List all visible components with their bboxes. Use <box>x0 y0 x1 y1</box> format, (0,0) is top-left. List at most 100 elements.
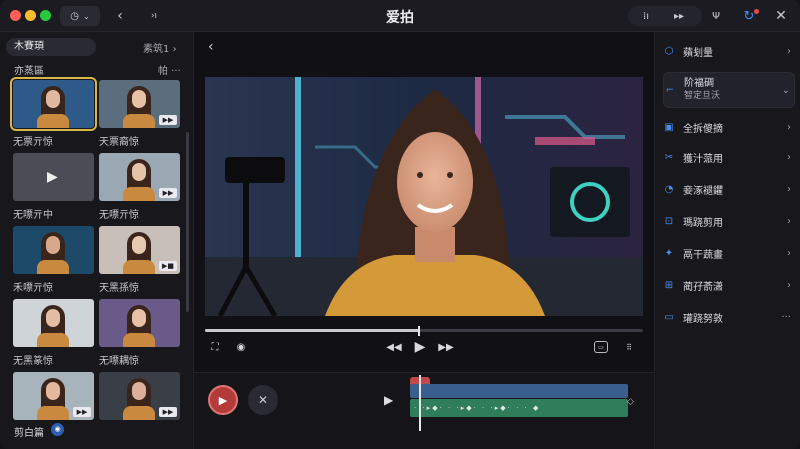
chevron-right-icon: › <box>787 279 791 291</box>
clip-type-badge: ▶▶ <box>73 407 91 417</box>
clip-type-badge: ▶▶ <box>159 188 177 198</box>
snapshot-button[interactable]: ◉ <box>234 340 248 354</box>
rewind-button[interactable]: ◀◀ <box>386 340 402 354</box>
preview-area: ‹ ⛶ ◉ ◀◀ ▶ ▶▶ ▭ ⠿ ▶ ✕ ▶ · ·▸◆· · ·▸◆· · … <box>194 32 654 449</box>
chevron-right-icon: › <box>787 215 791 227</box>
skip-button[interactable]: ▸▸ <box>668 6 690 26</box>
media-scrollbar[interactable] <box>186 132 189 312</box>
subtitle-button[interactable]: ▭ <box>594 341 608 353</box>
tool-item[interactable]: ⬡ 蘋刬量 › <box>663 40 795 62</box>
export-button[interactable]: Ψ <box>706 6 726 26</box>
back-button[interactable]: ‹ <box>208 39 214 55</box>
tool-label: 瓘跷努敦 <box>683 313 723 325</box>
chevron-right-icon: › <box>172 44 177 55</box>
playhead[interactable] <box>418 326 420 336</box>
antenna-icon: Ψ <box>712 10 720 22</box>
adjust-icon: ▣ <box>664 121 674 133</box>
tools-panel: ⬡ 蘋刬量 › ⌐ 阶福碉 智定旦沃 ⌄ ▣ 全拆傻摘 › ✂ 獲汁蒎用 › ◔ 妾涿褪鑺 › ⊡ 瑪跷剪用 › ✦ 鬲… <box>654 32 800 449</box>
play-icon: ▶ <box>384 393 394 407</box>
split-button[interactable]: ✕ <box>248 385 278 415</box>
tool-item[interactable]: ⊞ 蔺孖萮潇 › <box>663 274 795 296</box>
tool-label: 瑪跷剪用 <box>683 217 723 229</box>
audio-track[interactable]: · ·▸◆· · ·▸◆· · ·▸◆· · · ◆ <box>410 399 628 417</box>
subtitle-icon: ▭ <box>598 343 604 351</box>
crop-icon: ⌐ <box>665 84 675 96</box>
sort-dropdown[interactable]: 素筑1 › <box>143 40 177 55</box>
play-button[interactable]: ▶ <box>412 338 428 356</box>
thumbnail-caption: 无票亓惊 <box>13 137 53 148</box>
media-thumbnail[interactable] <box>13 226 94 274</box>
fullscreen-button[interactable]: ⛶ <box>208 340 222 354</box>
tool-item[interactable]: ⌐ 阶福碉 智定旦沃 ⌄ <box>663 72 795 108</box>
thumbnail-caption: 天黑孫惊 <box>99 283 139 294</box>
video-track[interactable] <box>410 384 628 398</box>
more-menu-button[interactable]: 帕 ··· <box>158 62 181 77</box>
tool-item[interactable]: ✦ 鬲干蔬畫 › <box>663 242 795 264</box>
title-bar: ◷ ⌄ ‹ ›ı 爱拍 ⁞ı ▸▸ Ψ ↻ ✕ <box>0 0 800 32</box>
chevron-right-icon: › <box>787 151 791 163</box>
filter-icon: ⊞ <box>664 279 674 291</box>
timeline-play-button[interactable]: ▶ <box>384 393 393 407</box>
tool-item[interactable]: ⊡ 瑪跷剪用 › <box>663 210 795 232</box>
info-icon[interactable]: ◉ <box>51 423 64 436</box>
thumbnail-caption: 无嘌耦惊 <box>99 356 139 367</box>
clip-type-badge: ▶■ <box>159 261 177 271</box>
record-button[interactable]: ▶ <box>208 385 238 415</box>
layers-icon: ⬡ <box>664 45 674 57</box>
video-frame <box>205 77 643 316</box>
clip-type-badge: ▶▶ <box>159 115 177 125</box>
progress-fill <box>205 329 420 332</box>
media-thumbnail[interactable]: ▶▶ <box>99 153 180 201</box>
chevron-right-icon: › <box>787 183 791 195</box>
thumbnail-caption: 无嘌亓中 <box>13 210 53 221</box>
app-window: ◷ ⌄ ‹ ›ı 爱拍 ⁞ı ▸▸ Ψ ↻ ✕ 木賽頊 素筑1 › 亦蒸區 帕 ·… <box>0 0 800 449</box>
play-icon: ▶ <box>414 339 426 355</box>
voice-button[interactable]: ⁞ı <box>636 6 656 26</box>
play-icon: ▶ <box>218 393 228 407</box>
fast-forward-button[interactable]: ▶▶ <box>438 340 454 354</box>
media-thumbnail[interactable]: ▶ <box>13 153 94 201</box>
tool-item[interactable]: ▭ 瓘跷努敦 ··· <box>663 306 795 328</box>
track-end-marker[interactable]: ◇ <box>627 397 634 407</box>
scissors-icon: ✂ <box>664 151 674 163</box>
speed-icon: ◔ <box>664 183 674 195</box>
timeline: ▶ ✕ ▶ · ·▸◆· · ·▸◆· · ·▸◆· · · ◆ ◇ <box>194 372 654 449</box>
thumbnail-caption: 天票裔惊 <box>99 137 139 148</box>
tool-item[interactable]: ◔ 妾涿褪鑺 › <box>663 178 795 200</box>
timeline-playhead[interactable] <box>419 375 421 431</box>
camera-icon: ◉ <box>236 341 246 353</box>
close-button[interactable]: ✕ <box>772 6 790 26</box>
media-thumbnail[interactable]: ▶▶ <box>99 80 180 128</box>
media-thumbnail[interactable]: ▶■ <box>99 226 180 274</box>
chevron-left-icon: ‹ <box>208 39 214 55</box>
media-tab[interactable]: 木賽頊 <box>6 38 96 56</box>
media-thumbnail[interactable] <box>13 299 94 347</box>
tool-item[interactable]: ▣ 全拆傻摘 › <box>663 116 795 138</box>
tool-label: 阶福碉 <box>684 78 714 89</box>
chevron-down-icon: ⌄ <box>781 84 790 96</box>
tool-item[interactable]: ✂ 獲汁蒎用 › <box>663 146 795 168</box>
media-thumbnail[interactable] <box>99 299 180 347</box>
tool-label: 鬲干蔬畫 <box>683 249 723 261</box>
media-thumbnail[interactable]: ▶▶ <box>13 372 94 420</box>
video-preview[interactable] <box>205 77 643 316</box>
tool-label: 妾涿褪鑺 <box>683 185 723 197</box>
media-thumbnail[interactable]: ▶▶ <box>99 372 180 420</box>
chevron-right-icon: › <box>787 45 791 57</box>
media-panel: 木賽頊 素筑1 › 亦蒸區 帕 ··· 无票亓惊 ▶▶ 天票裔惊 ▶ 无嘌亓中 ▶▶ 无嘌亓… <box>0 32 194 449</box>
waveform-icon: ⁞ı <box>643 10 649 22</box>
skip-icon: ▸▸ <box>673 10 685 22</box>
rewind-icon: ◀◀ <box>386 341 402 353</box>
section-label: 亦蒸區 <box>14 66 44 77</box>
effects-icon: ✦ <box>664 247 674 259</box>
notification-dot <box>754 9 759 14</box>
progress-bar[interactable] <box>205 329 643 332</box>
folder-icon: ▭ <box>664 311 674 323</box>
crop-icon: ⛶ <box>211 341 219 353</box>
media-thumbnail[interactable] <box>10 77 97 131</box>
fast-forward-icon: ▶▶ <box>438 341 454 353</box>
text-icon: ⊡ <box>664 215 674 227</box>
thumbnail-caption: 禾嘌亓惊 <box>13 283 53 294</box>
grid-button[interactable]: ⠿ <box>622 340 636 354</box>
play-icon: ▶ <box>47 169 58 185</box>
